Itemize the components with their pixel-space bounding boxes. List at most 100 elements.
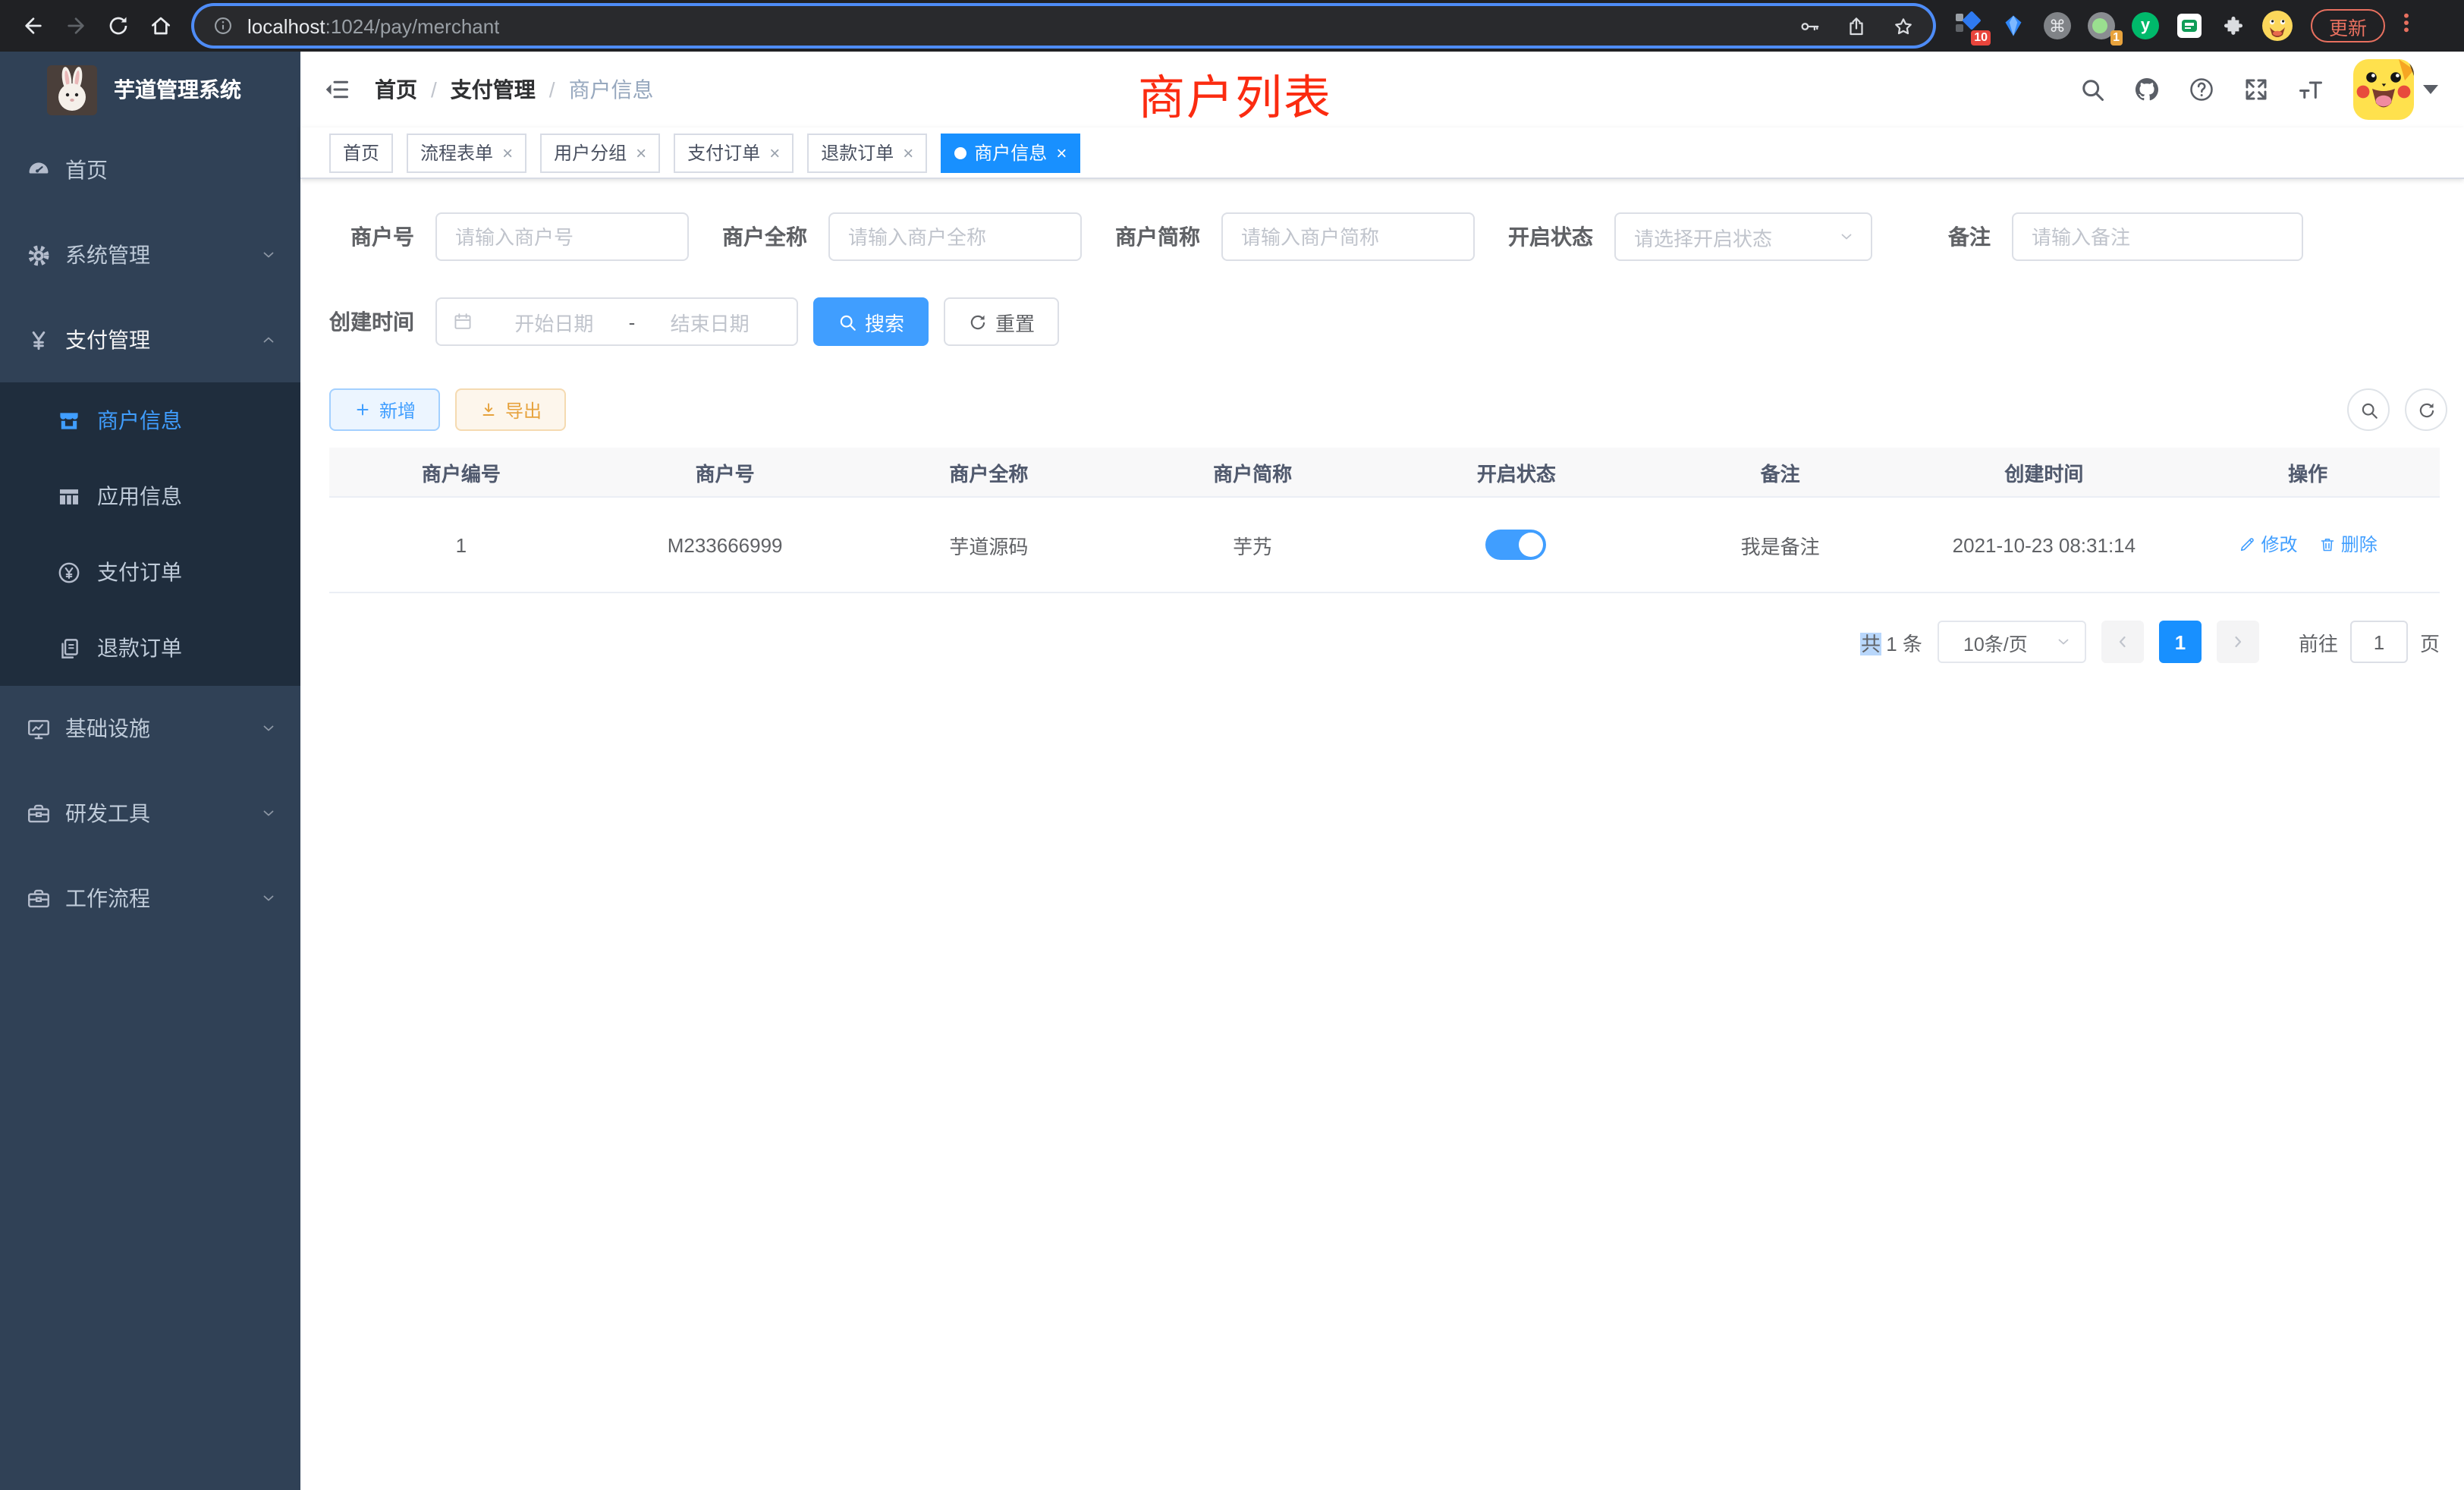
edit-link[interactable]: 修改 [2238,532,2297,558]
tab-process-form[interactable]: 流程表单× [407,133,526,172]
gear-icon [26,242,52,268]
tab-merchant-info[interactable]: 商户信息× [941,133,1080,172]
sidebar-item-refund-orders[interactable]: 退款订单 [0,610,300,686]
status-switch[interactable] [1486,530,1547,560]
tags-view: 首页 流程表单× 用户分组× 支付订单× 退款订单 × 商户信息× [300,127,2464,179]
cell-remark: 我是备注 [1648,530,1912,559]
bookmark-star-icon[interactable] [1892,14,1915,37]
site-info-icon[interactable] [212,15,234,36]
cell-merchant-id: M233666999 [593,533,857,556]
filter-merchant-no: 商户号 [329,212,689,261]
remark-input[interactable] [2012,212,2303,261]
add-button[interactable]: 新增 [329,388,440,431]
delete-link[interactable]: 删除 [2318,532,2378,558]
sidebar-item-system[interactable]: 系统管理 [0,212,300,297]
column-header: 商户全称 [857,457,1121,486]
extension-tab-icon[interactable]: 1 [2086,11,2117,41]
tab-pay-orders[interactable]: 支付订单× [674,133,794,172]
url-text: localhost:1024/pay/merchant [247,14,499,37]
forward-icon[interactable] [55,5,97,47]
chevron-down-icon [259,889,278,907]
short-name-input[interactable] [1221,212,1475,261]
sidebar-item-pay-orders[interactable]: 支付订单 [0,534,300,610]
chevron-left-icon [2114,633,2132,651]
breadcrumb-section[interactable]: 支付管理 [451,74,536,105]
tab-label: 首页 [343,140,379,165]
sidebar-item-label: 应用信息 [97,481,182,511]
refresh-table-button[interactable] [2405,388,2447,431]
sidebar-item-dev-tools[interactable]: 研发工具 [0,771,300,856]
extension-command-icon[interactable]: ⌘ [2042,11,2073,41]
sidebar-fold-icon[interactable] [323,76,350,103]
font-size-icon[interactable] [2283,76,2338,103]
filter-row-2: 创建时间 开始日期 - 结束日期 搜索 重置 [329,297,2440,346]
share-icon[interactable] [1845,14,1868,37]
fullscreen-icon[interactable] [2229,76,2283,103]
prev-page-button[interactable] [2101,621,2144,663]
field-label: 商户号 [329,222,414,252]
current-page-button[interactable]: 1 [2159,621,2202,663]
status-select[interactable]: 请选择开启状态 [1614,212,1872,261]
back-icon[interactable] [12,5,55,47]
tab-close-icon[interactable]: × [636,143,646,162]
github-icon[interactable] [2120,76,2174,103]
sidebar-item-payment[interactable]: 支付管理 [0,297,300,382]
refresh-icon [968,312,988,332]
goto-page-input[interactable] [2350,621,2408,663]
sidebar-item-label: 首页 [65,155,108,185]
sidebar-item-home[interactable]: 首页 [0,127,300,212]
header-search-icon[interactable] [2065,76,2120,103]
merchant-no-input[interactable] [435,212,689,261]
extension-yuque-icon[interactable]: y [2130,11,2161,41]
extension-chat-icon[interactable] [2174,11,2205,41]
date-start-placeholder: 开始日期 [482,307,626,336]
app-logo[interactable]: 芋道管理系统 [0,52,300,127]
sidebar-item-app-info[interactable]: 应用信息 [0,458,300,534]
breadcrumb-home[interactable]: 首页 [375,74,417,105]
address-bar[interactable]: localhost:1024/pay/merchant [194,6,1933,46]
cell-full-name: 芋道源码 [857,530,1121,559]
reset-button[interactable]: 重置 [944,297,1059,346]
tab-close-icon[interactable]: × [1056,143,1067,162]
yen-circle-icon [56,559,82,585]
sidebar-item-label: 退款订单 [97,633,182,663]
password-key-icon[interactable] [1798,14,1821,37]
tab-user-group[interactable]: 用户分组× [540,133,660,172]
pagination-total-rest: 1 条 [1881,632,1922,655]
extensions-puzzle-icon[interactable] [2218,11,2249,41]
tab-label: 退款订单 [821,140,894,165]
sidebar-item-merchant-info[interactable]: 商户信息 [0,382,300,458]
next-page-button[interactable] [2217,621,2259,663]
date-range-input[interactable]: 开始日期 - 结束日期 [435,297,798,346]
browser-update-button[interactable]: 更新 [2311,9,2385,42]
tab-close-icon[interactable]: × [502,143,513,162]
merchant-table: 商户编号 商户号 商户全称 商户简称 开启状态 备注 创建时间 操作 1 M23… [329,448,2440,593]
sidebar-item-workflow[interactable]: 工作流程 [0,856,300,941]
monitor-icon [26,715,52,741]
sidebar-item-infrastructure[interactable]: 基础设施 [0,686,300,771]
cell-actions: 修改 删除 [2176,532,2440,558]
avatar-caret-down-icon[interactable] [2423,85,2438,94]
column-header: 商户简称 [1120,457,1384,486]
full-name-input[interactable] [828,212,1082,261]
reload-icon[interactable] [97,5,140,47]
page-size-select[interactable]: 10条/页 [1938,621,2086,663]
tab-home[interactable]: 首页 [329,133,393,172]
help-icon[interactable] [2174,76,2229,103]
export-button[interactable]: 导出 [455,388,566,431]
export-label: 导出 [505,397,542,423]
page-size-value: 10条/页 [1963,627,2028,656]
toggle-search-button[interactable] [2347,388,2390,431]
column-header: 商户号 [593,457,857,486]
tab-close-icon[interactable]: × [903,143,913,162]
extension-tasks-icon[interactable]: 10 [1954,11,1985,41]
tab-close-icon[interactable]: × [769,143,780,162]
extension-gem-icon[interactable] [1998,11,2029,41]
search-button[interactable]: 搜索 [813,297,929,346]
browser-menu-icon[interactable] [2394,10,2418,42]
browser-profile-avatar[interactable] [2262,11,2293,41]
browser-toolbar: localhost:1024/pay/merchant 10 ⌘ 1 y [0,0,2464,52]
home-icon[interactable] [140,5,182,47]
tab-refund-orders[interactable]: 退款订单 × [807,133,927,172]
user-avatar[interactable] [2353,59,2414,120]
